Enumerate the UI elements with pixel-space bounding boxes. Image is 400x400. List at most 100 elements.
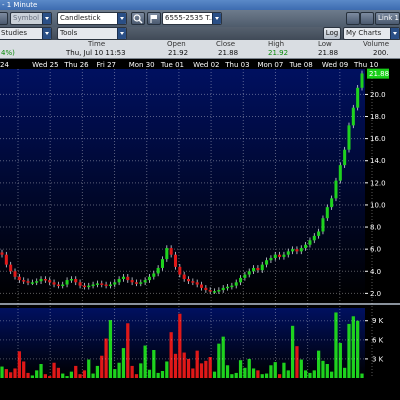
chevron-down-icon[interactable] [212, 13, 221, 24]
candle-body [39, 279, 43, 282]
volume-bar [65, 376, 69, 378]
y-tick-label: 20.0 [370, 91, 386, 99]
candle-body [321, 218, 325, 232]
y-tick-label: 14.0 [370, 157, 386, 165]
candle-body [243, 274, 247, 278]
account-select[interactable]: 6555-2535 T... [162, 12, 222, 25]
close-header: Close [216, 40, 236, 48]
candle-body [22, 280, 26, 282]
candle-body [269, 258, 273, 261]
volume-bar [269, 365, 273, 378]
volume-bar [43, 374, 47, 378]
y-tick-label: 8.0 [370, 224, 381, 232]
candle-body [121, 276, 125, 279]
volume-bar [69, 371, 74, 378]
settings-icon[interactable] [360, 12, 374, 25]
candle-body [91, 284, 95, 287]
x-tick-label: Thu 26 [63, 61, 89, 69]
magnifier-icon [133, 14, 143, 24]
candle-body [30, 282, 34, 284]
lock-icon[interactable] [0, 12, 8, 25]
candle-body [108, 284, 112, 287]
y-tick-label: 18.0 [370, 113, 386, 121]
chart-type-select[interactable]: Candlestick [57, 12, 127, 25]
candle-body [178, 266, 182, 275]
x-tick-label: Thu 10 [353, 61, 378, 69]
volume-bar [104, 338, 108, 378]
price-chart[interactable]: 24 Wed 25 Thu 26 Fri 27 Mon 30 Tue 01 Wed 02 Th… [0, 59, 400, 400]
candle-body [156, 267, 160, 274]
volume-bar [221, 336, 225, 378]
zoom-icon[interactable] [131, 12, 145, 25]
chevron-down-icon[interactable] [117, 28, 126, 39]
chevron-down-icon[interactable] [117, 13, 126, 24]
x-tick-label: Wed 09 [322, 61, 348, 69]
volume-bar [295, 346, 299, 378]
candle-body [0, 252, 4, 255]
y-tick-label: 6.0 [370, 246, 381, 254]
high-value: 21.92 [268, 49, 289, 57]
candle-body [351, 107, 355, 126]
volume-bar [308, 372, 312, 378]
candle-body [265, 260, 269, 265]
candle-body [169, 248, 173, 255]
main-toolbar: Symbol 2 Candlestick 6555-2535 T... Link… [0, 10, 400, 27]
candle-body [4, 254, 8, 265]
log-label: Log [325, 29, 339, 37]
candle-body [256, 267, 260, 271]
candle-body [100, 283, 104, 285]
volume-bar [134, 374, 139, 378]
candle-body [260, 264, 264, 271]
volume-value: 200. [373, 49, 389, 57]
my-charts-menu[interactable]: My Charts [343, 27, 400, 40]
studies-menu[interactable]: Studies [0, 27, 52, 40]
volume-bar [234, 372, 238, 378]
candle-body [204, 287, 208, 291]
candle-body [191, 281, 195, 283]
volume-bar [290, 325, 295, 378]
volume-bar [247, 358, 251, 378]
volume-bar [256, 370, 260, 378]
candle-body [195, 282, 199, 285]
volume-bar [48, 376, 52, 378]
candle-body [152, 273, 156, 277]
tools-label: Tools [60, 29, 78, 37]
tools-menu[interactable]: Tools [57, 27, 127, 40]
chevron-down-icon[interactable] [390, 28, 399, 39]
candle-body [61, 284, 65, 287]
link-button[interactable]: Link 1 [375, 12, 400, 25]
candle-body [113, 282, 117, 285]
candle-body [234, 282, 238, 286]
volume-bar [212, 371, 217, 378]
chevron-down-icon[interactable] [42, 13, 51, 24]
volume-bar [273, 362, 277, 378]
chart-canvas[interactable]: 24 Wed 25 Thu 26 Fri 27 Mon 30 Tue 01 Wed 02 Th… [0, 59, 400, 400]
open-header: Open [167, 40, 186, 48]
candle-body [65, 280, 69, 285]
my-charts-label: My Charts [346, 29, 382, 37]
volume-bar [225, 365, 230, 378]
symbol-input[interactable]: Symbol 2 [10, 12, 52, 25]
volume-bar [17, 351, 21, 378]
volume-bar [117, 362, 121, 378]
high-header: High [268, 40, 285, 48]
low-value: 21.88 [318, 49, 339, 57]
flag-icon[interactable] [147, 12, 161, 25]
volume-bar [260, 374, 264, 378]
log-scale-button[interactable]: Log [323, 27, 341, 40]
quote-bar: 4%) Time Thu, Jul 10 11:53 Open 21.92 Cl… [0, 40, 400, 59]
candle-body [126, 276, 130, 281]
volume-bar [264, 373, 269, 378]
candle-body [35, 281, 39, 283]
candle-body [147, 276, 151, 281]
candle-body [273, 254, 277, 258]
chevron-down-icon[interactable] [42, 28, 51, 39]
volume-bar [87, 359, 91, 378]
x-tick-label: Mon 30 [129, 61, 155, 69]
candle-body [247, 271, 251, 275]
print-icon[interactable] [346, 12, 360, 25]
volume-bar [243, 367, 247, 378]
volume-bar [13, 368, 17, 378]
volume-tick-label: 3 K [372, 355, 384, 363]
symbol-placeholder: Symbol 2 [13, 14, 46, 22]
